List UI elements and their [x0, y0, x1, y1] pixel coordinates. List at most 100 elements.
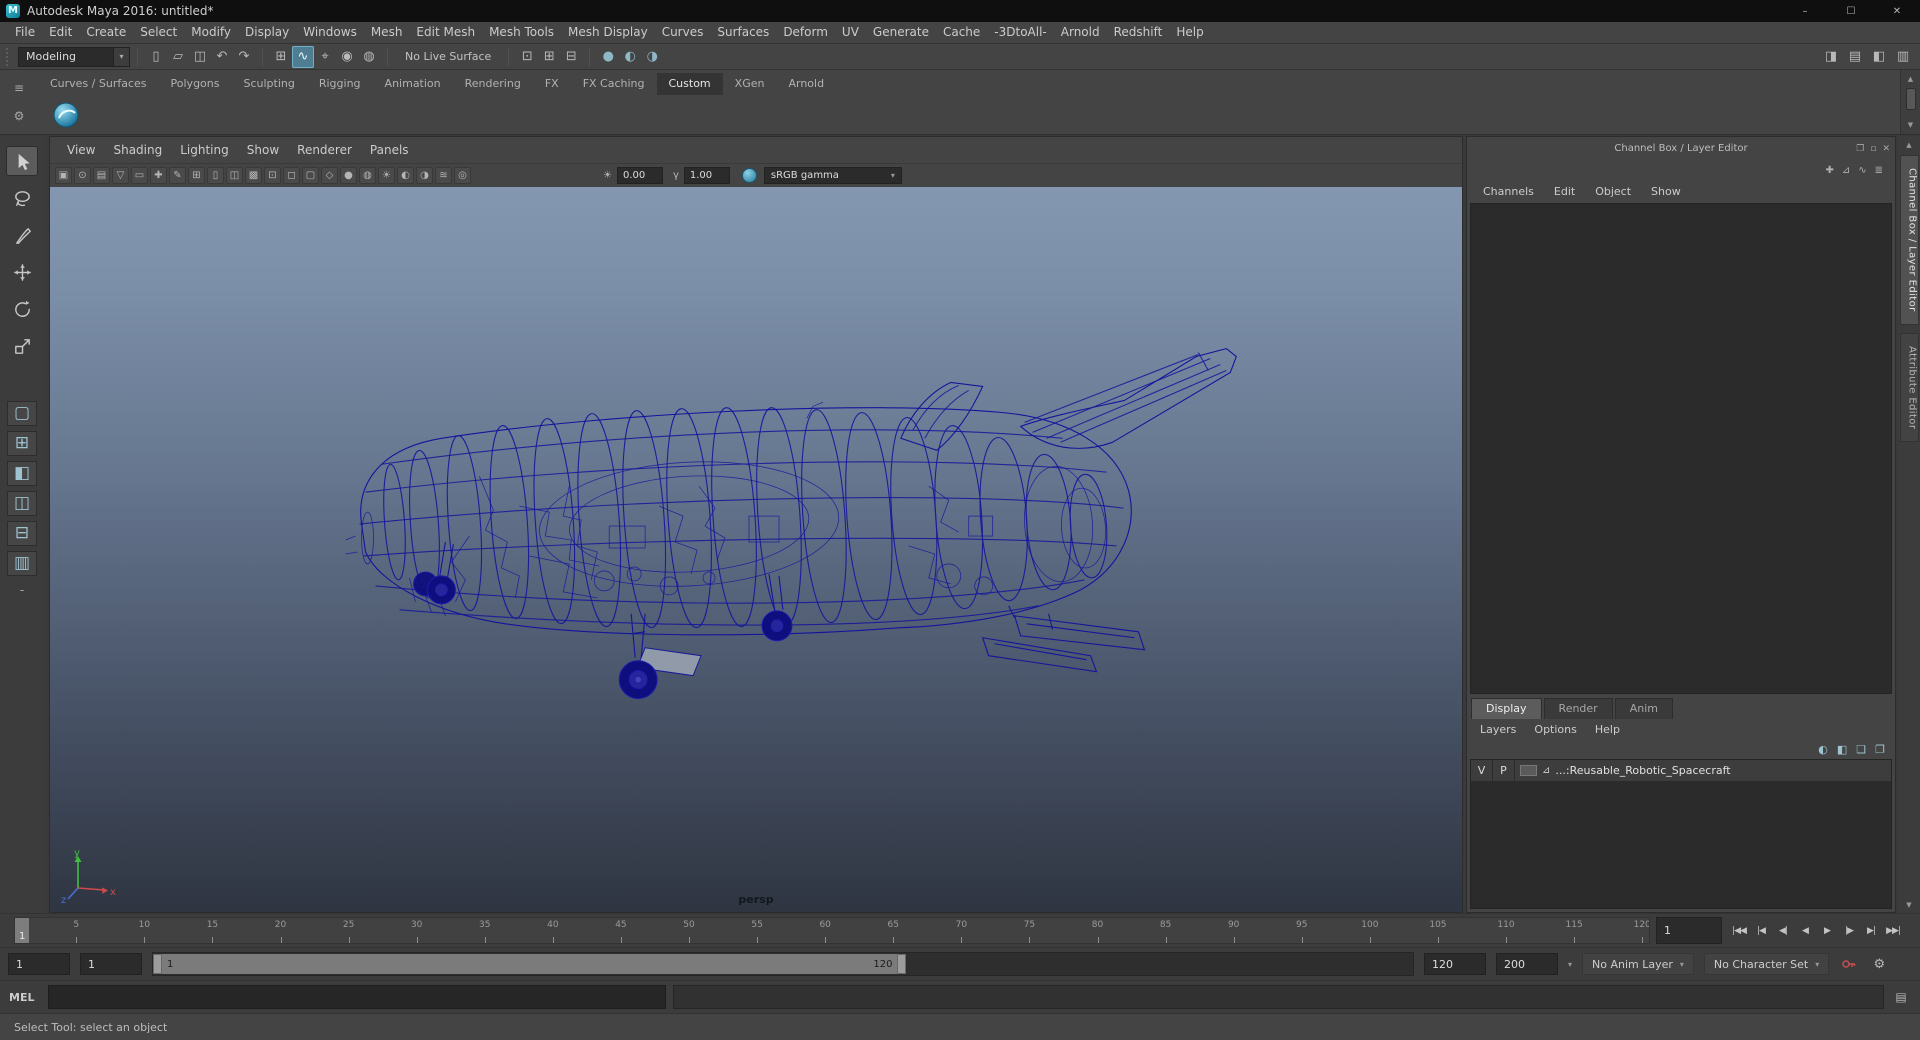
layer-editor-menu-item[interactable]: Options — [1525, 723, 1585, 736]
shelf-tab[interactable]: FX Caching — [571, 73, 657, 95]
menu-item[interactable]: Windows — [296, 22, 364, 43]
sync-layer-display-icon[interactable]: ◐ — [1818, 743, 1828, 756]
camera-attributes-icon[interactable]: ▤ — [93, 167, 110, 184]
shelf-tab[interactable]: FX — [533, 73, 571, 95]
scroll-down-icon[interactable]: ▼ — [1908, 118, 1913, 132]
make-live-icon[interactable]: ◍ — [358, 46, 380, 68]
select-by-hierarchy-icon[interactable]: ⊞ — [538, 46, 560, 68]
playback-start-field[interactable]: 1 — [80, 953, 142, 975]
anim-layer-dropdown[interactable]: No Anim Layer ▾ — [1582, 953, 1694, 975]
animation-preferences-icon[interactable]: ⚙ — [1869, 954, 1889, 974]
panel-menu-item[interactable]: View — [58, 143, 104, 157]
shelf-tab[interactable]: Arnold — [776, 73, 836, 95]
textured-icon[interactable]: ◍ — [359, 167, 376, 184]
menu-item[interactable]: UV — [835, 22, 866, 43]
custom-shelf-button[interactable] — [50, 99, 82, 131]
layer-editor-menu-item[interactable]: Layers — [1471, 723, 1525, 736]
menu-item[interactable]: File — [8, 22, 42, 43]
menu-item[interactable]: Mesh Tools — [482, 22, 561, 43]
scroll-up-icon[interactable]: ▲ — [1908, 72, 1913, 86]
layer-editor-menu-item[interactable]: Help — [1586, 723, 1629, 736]
gate-mask-icon[interactable]: ▩ — [245, 167, 262, 184]
layer-visibility-toggle[interactable]: V — [1471, 760, 1493, 781]
menu-item[interactable]: Create — [79, 22, 133, 43]
anti-aliasing-icon[interactable]: ≋ — [435, 167, 452, 184]
redo-icon[interactable]: ↷ — [233, 46, 255, 68]
menu-item[interactable]: Surfaces — [710, 22, 776, 43]
undo-icon[interactable]: ↶ — [211, 46, 233, 68]
close-panel-icon[interactable]: ✕ — [1882, 144, 1890, 154]
menu-item[interactable]: Deform — [776, 22, 835, 43]
select-camera-icon[interactable]: ▣ — [55, 167, 72, 184]
open-scene-icon[interactable]: ▱ — [167, 46, 189, 68]
channel-box-empty-area[interactable] — [1470, 203, 1892, 694]
shelf-tab-menu-icon[interactable]: ≡ — [14, 81, 24, 95]
lasso-tool-button[interactable] — [6, 183, 38, 213]
command-language-toggle[interactable]: MEL — [9, 991, 41, 1004]
isolate-select-icon[interactable]: ◎ — [454, 167, 471, 184]
two-pane-side-layout-button[interactable]: ◫ — [7, 491, 37, 516]
menu-item[interactable]: Mesh — [364, 22, 410, 43]
menu-set-dropdown[interactable]: Modeling ▾ — [18, 46, 130, 67]
menu-item[interactable]: Curves — [655, 22, 711, 43]
rotate-tool-button[interactable] — [6, 294, 38, 324]
select-by-component-icon[interactable]: ⊟ — [560, 46, 582, 68]
time-slider-track[interactable]: 1 5 10 15 20 25 30 35 40 45 50 55 60 65 … — [14, 917, 1650, 944]
select-tool-button[interactable] — [6, 146, 38, 176]
viewport-canvas[interactable]: y x z persp — [50, 187, 1462, 912]
paint-selection-tool-button[interactable] — [6, 220, 38, 250]
shelf-tab[interactable]: XGen — [723, 73, 777, 95]
play-backwards-button[interactable]: ◀ — [1794, 917, 1816, 944]
scale-tool-button[interactable] — [6, 331, 38, 361]
persp-graph-layout-button[interactable]: ▥ — [7, 551, 37, 576]
four-pane-layout-button[interactable]: ⊞ — [7, 431, 37, 456]
menu-item[interactable]: -3DtoAll- — [987, 22, 1053, 43]
new-scene-icon[interactable]: ▯ — [145, 46, 167, 68]
mel-input[interactable] — [48, 985, 666, 1009]
two-d-pan-zoom-icon[interactable]: ✚ — [150, 167, 167, 184]
gamma-icon[interactable]: γ — [673, 170, 679, 181]
menu-item[interactable]: Mesh Display — [561, 22, 655, 43]
menu-item[interactable]: Select — [133, 22, 184, 43]
menu-item[interactable]: Cache — [936, 22, 987, 43]
layer-editor-tab[interactable]: Anim — [1614, 698, 1673, 719]
range-preset-caret-icon[interactable]: ▾ — [1568, 960, 1572, 969]
auto-keyframe-toggle-icon[interactable] — [1839, 954, 1859, 974]
shelf-tab[interactable]: Polygons — [159, 73, 232, 95]
panel-menu-item[interactable]: Renderer — [288, 143, 361, 157]
panel-menu-item[interactable]: Lighting — [171, 143, 238, 157]
move-tool-button[interactable] — [6, 257, 38, 287]
shelf-scrollbar-thumb[interactable] — [1905, 88, 1916, 110]
channel-box-menu-item[interactable]: Object — [1585, 185, 1641, 198]
exposure-icon[interactable]: ☀ — [603, 170, 612, 181]
panel-menu-icon[interactable]: ❐ — [1856, 144, 1864, 154]
layer-playback-toggle[interactable]: P — [1493, 760, 1515, 781]
close-button[interactable]: ✕ — [1874, 0, 1920, 22]
menu-item[interactable]: Help — [1169, 22, 1210, 43]
minimize-button[interactable]: – — [1782, 0, 1828, 22]
toolbox-collapse-button[interactable]: - — [7, 583, 37, 597]
script-editor-icon[interactable]: ▤ — [1891, 990, 1911, 1004]
persp-outliner-layout-button[interactable]: ◧ — [7, 461, 37, 486]
maximize-button[interactable]: ☐ — [1828, 0, 1874, 22]
shelf-tab[interactable]: Curves / Surfaces — [38, 73, 159, 95]
menu-item[interactable]: Display — [238, 22, 296, 43]
hyperbolic-curve-icon[interactable]: ∿ — [1858, 165, 1866, 176]
snap-to-points-icon[interactable]: ⌖ — [314, 46, 336, 68]
step-forward-frame-button[interactable]: ▶| — [1860, 917, 1882, 944]
resolution-gate-icon[interactable]: ◫ — [226, 167, 243, 184]
use-all-lights-icon[interactable]: ☀ — [378, 167, 395, 184]
animation-end-field[interactable]: 200 — [1496, 953, 1558, 975]
channel-manipulator-icon[interactable]: ✚ — [1825, 165, 1833, 176]
chevron-down-icon[interactable]: ▾ — [113, 47, 129, 66]
layer-editor-tab[interactable]: Display — [1471, 698, 1542, 719]
ambient-occlusion-icon[interactable]: ◑ — [416, 167, 433, 184]
sidebar-tab[interactable]: Attribute Editor — [1899, 332, 1919, 442]
grid-icon[interactable]: ⊞ — [188, 167, 205, 184]
command-result-field[interactable] — [673, 985, 1884, 1009]
current-frame-field[interactable]: 1 — [1656, 917, 1722, 944]
...:Reusable_Robotic_Spacecraft[interactable]: V P ⊿ ...:Reusable_Robotic_Spacecraft — [1471, 760, 1891, 782]
playback-end-field[interactable]: 120 — [1424, 953, 1486, 975]
range-start-handle[interactable] — [153, 954, 162, 974]
safe-action-icon[interactable]: ◻ — [283, 167, 300, 184]
